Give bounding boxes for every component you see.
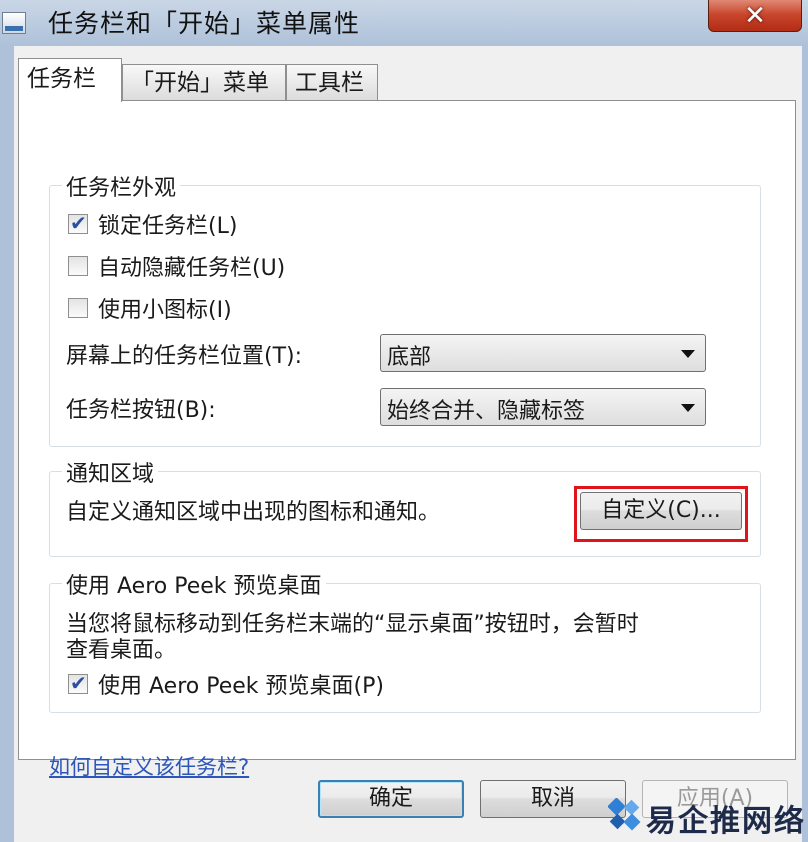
watermark-logo-icon xyxy=(608,798,641,831)
group-title-aero-peek: 使用 Aero Peek 预览桌面 xyxy=(62,568,326,600)
taskbar-appearance-group: 任务栏外观 ✔ 锁定任务栏(L) 自动隐藏任务栏(U) 使用小图标(I) 屏幕上… xyxy=(49,170,761,447)
taskbar-location-select[interactable]: 底部 xyxy=(380,334,706,372)
aero-peek-label[interactable]: 使用 Aero Peek 预览桌面(P) xyxy=(98,668,384,700)
dialog-client-area: 任务栏 「开始」菜单 工具栏 任务栏外观 ✔ 锁定任务栏(L) 自动隐藏任务栏(… xyxy=(14,46,802,842)
lock-taskbar-label[interactable]: 锁定任务栏(L) xyxy=(98,208,237,240)
taskbar-buttons-value: 始终合并、隐藏标签 xyxy=(387,399,586,424)
tab-start-menu[interactable]: 「开始」菜单 xyxy=(122,64,286,100)
ok-button[interactable]: 确定 xyxy=(318,780,464,818)
aero-peek-description-line2: 查看桌面。 xyxy=(66,638,177,663)
lock-taskbar-checkbox[interactable]: ✔ xyxy=(68,211,88,235)
aero-peek-checkbox[interactable]: ✔ xyxy=(68,671,88,695)
auto-hide-label[interactable]: 自动隐藏任务栏(U) xyxy=(98,250,285,282)
dropdown-arrow-icon xyxy=(681,350,695,358)
notification-description: 自定义通知区域中出现的图标和通知。 xyxy=(66,500,441,525)
aero-peek-group: 使用 Aero Peek 预览桌面 当您将鼠标移动到任务栏末端的“显示桌面”按钮… xyxy=(49,568,761,713)
watermark-text: 易企推网络 xyxy=(646,804,806,839)
window-icon xyxy=(2,12,26,34)
small-icons-label[interactable]: 使用小图标(I) xyxy=(98,292,232,324)
checkmark-icon: ✔ xyxy=(70,671,87,695)
dropdown-arrow-icon xyxy=(681,404,695,412)
dialog-window: 任务栏和「开始」菜单属性 ✕ 任务栏 「开始」菜单 工具栏 任务栏外观 ✔ 锁定… xyxy=(0,0,808,842)
taskbar-location-value: 底部 xyxy=(387,345,432,370)
taskbar-buttons-label: 任务栏按钮(B): xyxy=(66,398,216,423)
title-bar[interactable]: 任务栏和「开始」菜单属性 ✕ xyxy=(0,0,808,46)
small-icons-checkbox[interactable] xyxy=(68,298,88,318)
tab-toolbars[interactable]: 工具栏 xyxy=(286,64,378,100)
group-title-notification: 通知区域 xyxy=(62,456,159,488)
customize-button[interactable]: 自定义(C)... xyxy=(580,492,742,530)
close-icon: ✕ xyxy=(744,1,766,31)
taskbar-buttons-select[interactable]: 始终合并、隐藏标签 xyxy=(380,388,706,426)
tab-taskbar[interactable]: 任务栏 xyxy=(18,58,122,102)
checkmark-icon: ✔ xyxy=(70,211,87,235)
help-link[interactable]: 如何自定义该任务栏? xyxy=(49,751,249,781)
cancel-button[interactable]: 取消 xyxy=(480,780,626,818)
window-title: 任务栏和「开始」菜单属性 xyxy=(48,9,361,38)
tab-panel-taskbar: 任务栏外观 ✔ 锁定任务栏(L) 自动隐藏任务栏(U) 使用小图标(I) 屏幕上… xyxy=(18,100,796,779)
taskbar-location-label: 屏幕上的任务栏位置(T): xyxy=(66,344,303,369)
notification-area-group: 通知区域 自定义通知区域中出现的图标和通知。 自定义(C)... xyxy=(49,456,761,557)
close-button[interactable]: ✕ xyxy=(708,0,802,32)
watermark: 易企推网络 xyxy=(608,796,804,839)
auto-hide-checkbox[interactable] xyxy=(68,256,88,276)
group-title-appearance: 任务栏外观 xyxy=(62,170,181,202)
